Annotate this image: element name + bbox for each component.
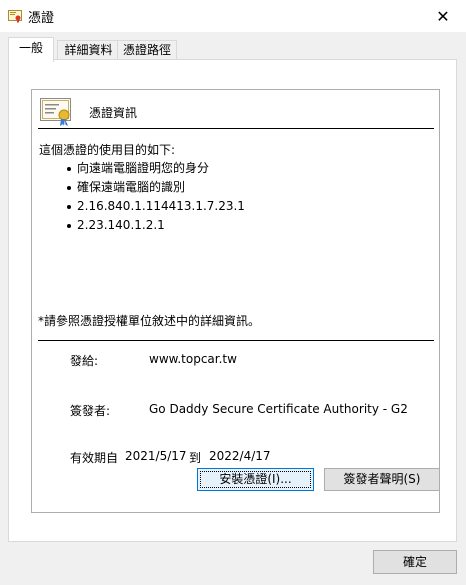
purpose-item: 向遠端電腦證明您的身分 — [67, 159, 245, 178]
divider — [38, 340, 434, 341]
general-tab-panel: 憑證資訊 這個憑證的使用目的如下: 向遠端電腦證明您的身分 確保遠端電腦的識別 … — [8, 59, 457, 542]
certificate-info-heading: 憑證資訊 — [89, 106, 138, 120]
issued-by-label: 簽發者: — [70, 404, 111, 418]
dialog-footer: 確定 — [0, 544, 466, 585]
purpose-list: 向遠端電腦證明您的身分 確保遠端電腦的識別 2.16.840.1.114413.… — [67, 159, 245, 235]
certificate-icon — [8, 9, 22, 23]
close-button[interactable]: ✕ — [420, 0, 466, 32]
certificate-info-box: 憑證資訊 這個憑證的使用目的如下: 向遠端電腦證明您的身分 確保遠端電腦的識別 … — [31, 89, 440, 513]
title-bar: 憑證 ✕ — [0, 0, 466, 32]
tab-general[interactable]: 一般 — [8, 37, 54, 62]
ok-button[interactable]: 確定 — [373, 550, 457, 574]
certificate-icon — [40, 97, 74, 127]
purpose-item: 確保遠端電腦的識別 — [67, 178, 245, 197]
valid-from-label: 有效期自 — [70, 451, 119, 465]
divider — [38, 128, 434, 129]
close-icon: ✕ — [436, 6, 450, 26]
window-title: 憑證 — [28, 11, 55, 26]
issuer-statement-note: *請參照憑證授權單位敘述中的詳細資訊。 — [38, 314, 261, 328]
purpose-heading: 這個憑證的使用目的如下: — [39, 143, 176, 157]
purpose-item: 2.23.140.1.2.1 — [67, 216, 245, 235]
tab-details[interactable]: 詳細資料 — [57, 40, 120, 61]
issued-to-value: www.topcar.tw — [149, 352, 237, 366]
tab-certification-path[interactable]: 憑證路徑 — [117, 40, 177, 61]
issuer-statement-button[interactable]: 簽發者聲明(S) — [324, 468, 440, 491]
valid-to-date: 2022/4/17 — [209, 449, 271, 463]
valid-to-word: 到 — [189, 451, 202, 465]
valid-from-date: 2021/5/17 — [125, 449, 187, 463]
issued-to-label: 發給: — [70, 354, 99, 368]
install-certificate-button[interactable]: 安裝憑證(I)... — [197, 468, 314, 491]
purpose-item: 2.16.840.1.114413.1.7.23.1 — [67, 197, 245, 216]
issued-by-value: Go Daddy Secure Certificate Authority - … — [149, 402, 408, 416]
